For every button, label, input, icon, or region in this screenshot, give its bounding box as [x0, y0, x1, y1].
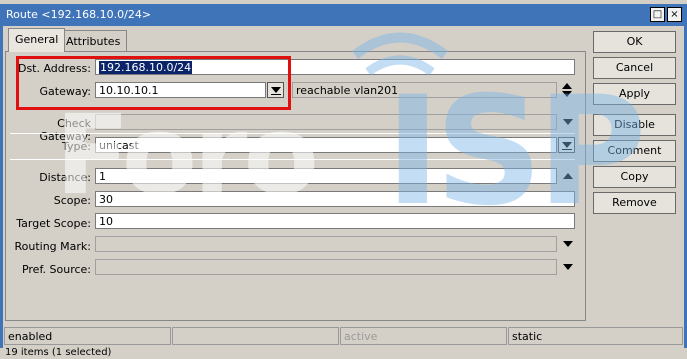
watermark-isp-text: ISP [385, 65, 647, 239]
items-count: 19 items (1 selected) [5, 347, 112, 358]
status-enabled: enabled [4, 327, 171, 345]
footer-bar: 19 items (1 selected) [3, 347, 687, 359]
status-active: active [340, 327, 507, 345]
status-cell-2 [172, 327, 339, 345]
watermark-foro-text: Foro [55, 91, 319, 219]
status-static: static [508, 327, 683, 345]
tab-general[interactable]: General [8, 28, 66, 52]
